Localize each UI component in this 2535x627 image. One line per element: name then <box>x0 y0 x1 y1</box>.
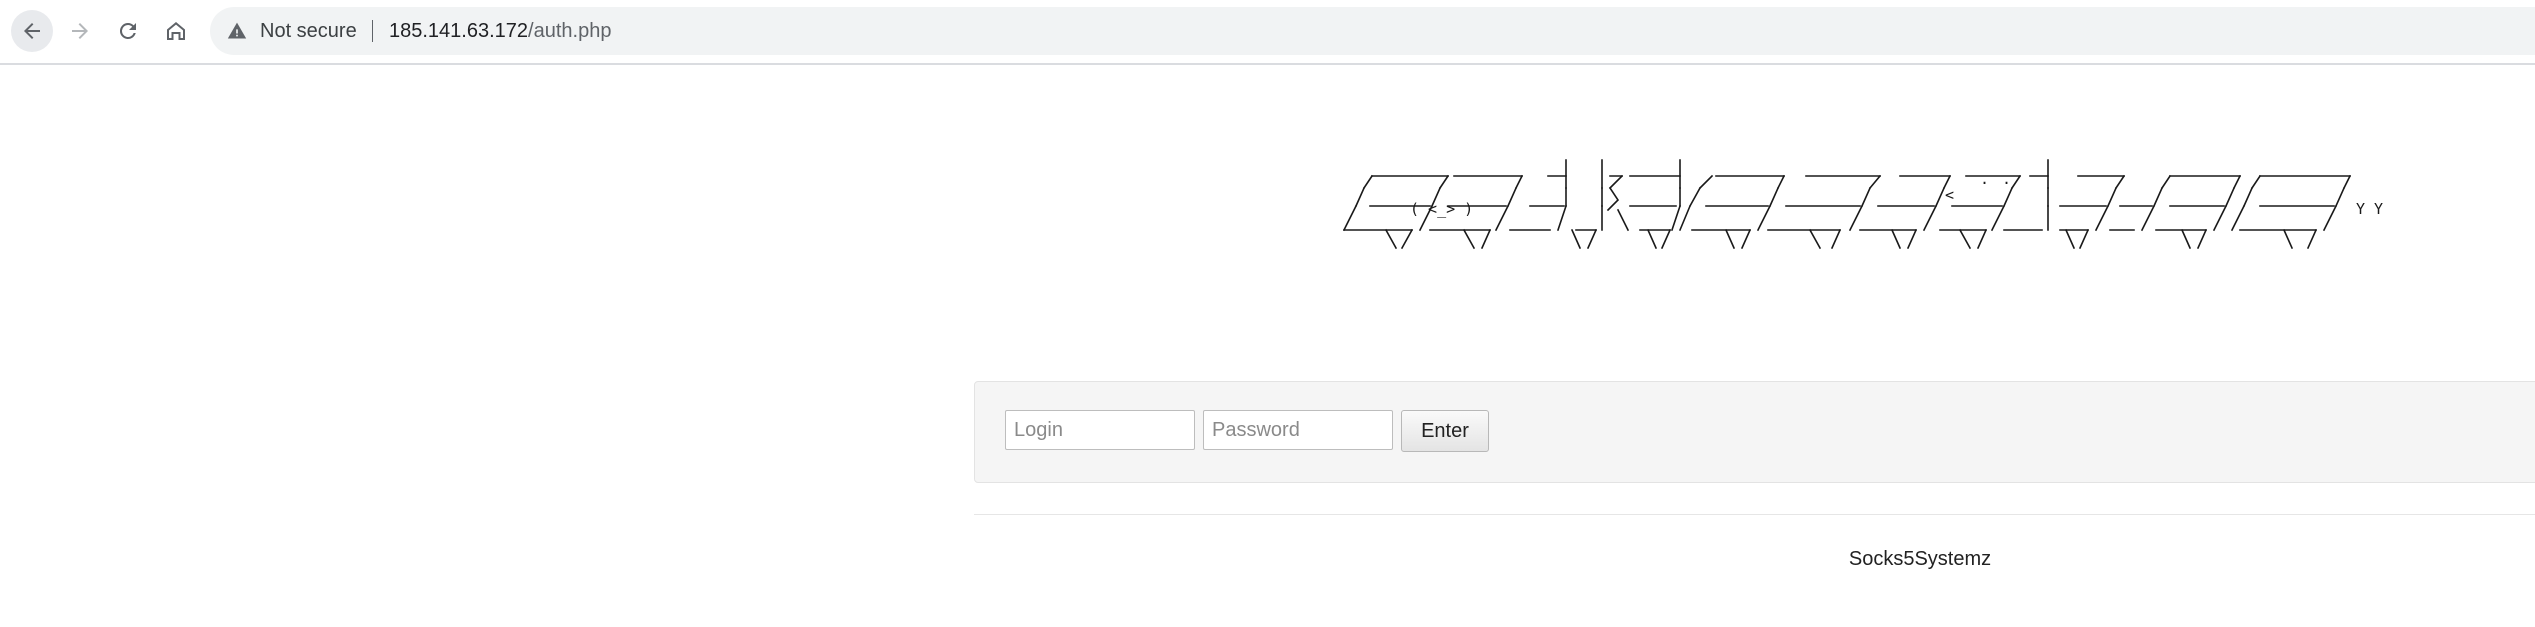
security-status-label[interactable]: Not secure <box>260 7 357 55</box>
address-separator <box>372 20 373 42</box>
url-text[interactable]: 185.141.63.172/auth.php <box>389 7 611 55</box>
warning-icon[interactable] <box>227 21 247 41</box>
password-input[interactable] <box>1203 410 1393 450</box>
svg-text:( <_> ): ( <_> ) <box>1410 200 1473 218</box>
home-button[interactable] <box>155 10 197 52</box>
enter-button[interactable]: Enter <box>1401 410 1489 452</box>
reload-icon <box>119 22 136 39</box>
back-button[interactable] <box>11 10 53 52</box>
svg-text:Y Y: Y Y <box>2356 200 2383 218</box>
footer-text: Socks5Systemz <box>1848 548 1992 570</box>
ascii-logo-banner: ( <_> ) . . Y Y < <box>1340 148 2490 268</box>
login-input[interactable] <box>1005 410 1195 450</box>
svg-text:.: . <box>1980 170 1989 188</box>
reload-button[interactable] <box>107 10 149 52</box>
back-arrow-icon <box>24 23 40 39</box>
login-panel: Enter <box>974 381 2535 483</box>
divider <box>974 514 2535 515</box>
forward-arrow-icon <box>72 23 88 39</box>
url-host: 185.141.63.172 <box>389 20 529 42</box>
ascii-logo-art: ( <_> ) . . Y Y < <box>1342 159 2383 250</box>
svg-text:<: < <box>1945 186 1954 204</box>
address-bar[interactable]: Not secure 185.141.63.172/auth.php <box>210 7 2535 55</box>
svg-text:.: . <box>2002 170 2011 188</box>
browser-toolbar: Not secure 185.141.63.172/auth.php <box>0 0 2535 65</box>
home-icon <box>167 22 185 40</box>
url-path: /auth.php <box>528 20 612 42</box>
forward-button[interactable] <box>59 10 101 52</box>
